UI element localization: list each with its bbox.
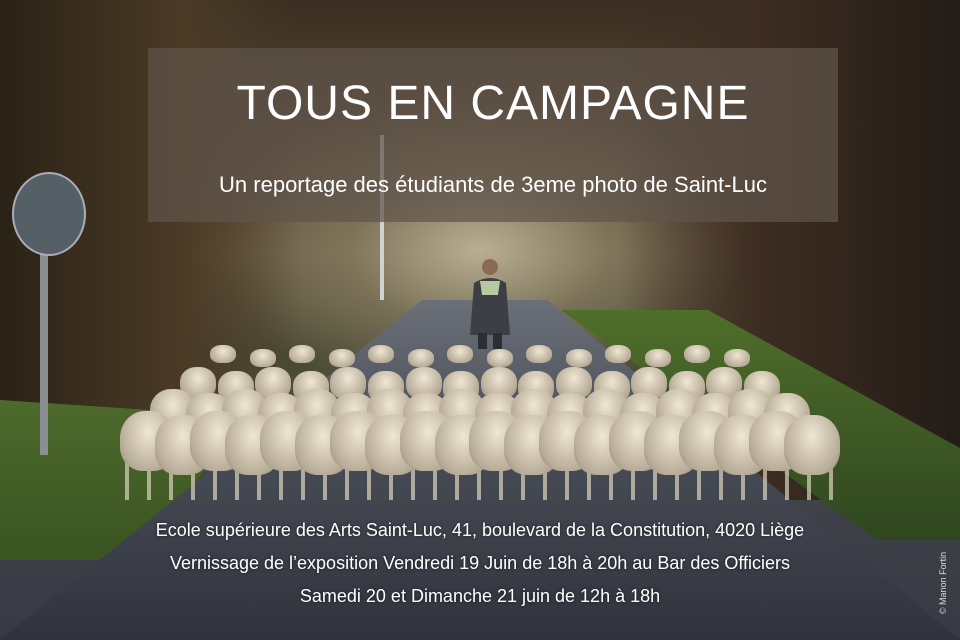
sheep (486, 349, 513, 367)
sheep (605, 345, 632, 363)
schedule-line: Samedi 20 et Dimanche 21 juin de 12h à 1… (299, 586, 661, 606)
sheep (407, 349, 434, 367)
sheep (210, 345, 236, 363)
sheep-flock (120, 345, 840, 495)
title-banner: TOUS EN CAMPAGNE Un reportage des étudia… (148, 48, 838, 222)
sheep (368, 345, 395, 363)
sheep (447, 345, 474, 363)
sheep (684, 345, 711, 363)
road-sign (12, 172, 86, 256)
sheep (724, 349, 750, 367)
sheep (644, 349, 671, 367)
address-line: Ecole supérieure des Arts Saint-Luc, 41,… (155, 520, 805, 540)
sheep (784, 415, 840, 475)
sheep (289, 345, 316, 363)
poster-title: TOUS EN CAMPAGNE (236, 77, 750, 130)
sheep (565, 349, 592, 367)
poster-subtitle: Un reportage des étudiants de 3eme photo… (219, 172, 767, 197)
photo-credit: © Manon Fortin (938, 551, 948, 615)
sheep (328, 349, 355, 367)
vernissage-line: Vernissage de l’exposition Vendredi 19 J… (169, 553, 791, 573)
sheep (526, 345, 553, 363)
shepherd (470, 259, 510, 349)
sheep (249, 349, 276, 367)
